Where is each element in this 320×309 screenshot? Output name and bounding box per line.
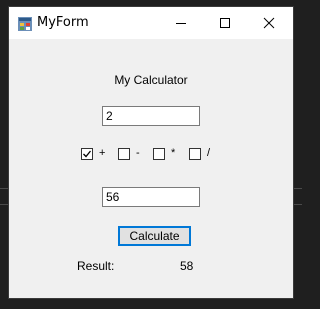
second-number-input[interactable]: 56 bbox=[102, 187, 200, 207]
close-button[interactable] bbox=[247, 7, 291, 39]
plus-checkbox[interactable] bbox=[81, 148, 93, 160]
first-number-input[interactable]: 2 bbox=[102, 106, 200, 126]
checkmark-icon bbox=[83, 150, 92, 158]
multiply-checkbox[interactable] bbox=[153, 148, 165, 160]
minimize-button[interactable] bbox=[159, 7, 203, 39]
divide-checkbox[interactable] bbox=[189, 148, 201, 160]
plus-checkbox-label[interactable]: + bbox=[99, 147, 105, 159]
form-window: MyForm My Calculator 2 + - * / 56 Calcul… bbox=[8, 6, 294, 299]
maximize-button[interactable] bbox=[203, 7, 247, 39]
window-title: MyForm bbox=[37, 15, 89, 30]
minimize-icon bbox=[176, 23, 186, 24]
form-app-icon bbox=[18, 16, 32, 31]
multiply-checkbox-label[interactable]: * bbox=[171, 147, 175, 159]
form-heading: My Calculator bbox=[114, 73, 188, 87]
result-value: 58 bbox=[180, 259, 194, 273]
divide-checkbox-label[interactable]: / bbox=[207, 147, 210, 159]
result-label: Result: bbox=[77, 259, 115, 273]
calculate-button[interactable]: Calculate bbox=[118, 226, 191, 246]
close-icon bbox=[263, 17, 275, 29]
minus-checkbox[interactable] bbox=[118, 148, 130, 160]
minus-checkbox-label[interactable]: - bbox=[136, 147, 140, 159]
operation-checkboxes: + - * / bbox=[9, 147, 293, 162]
maximize-icon bbox=[220, 18, 230, 28]
title-bar[interactable]: MyForm bbox=[9, 7, 293, 39]
